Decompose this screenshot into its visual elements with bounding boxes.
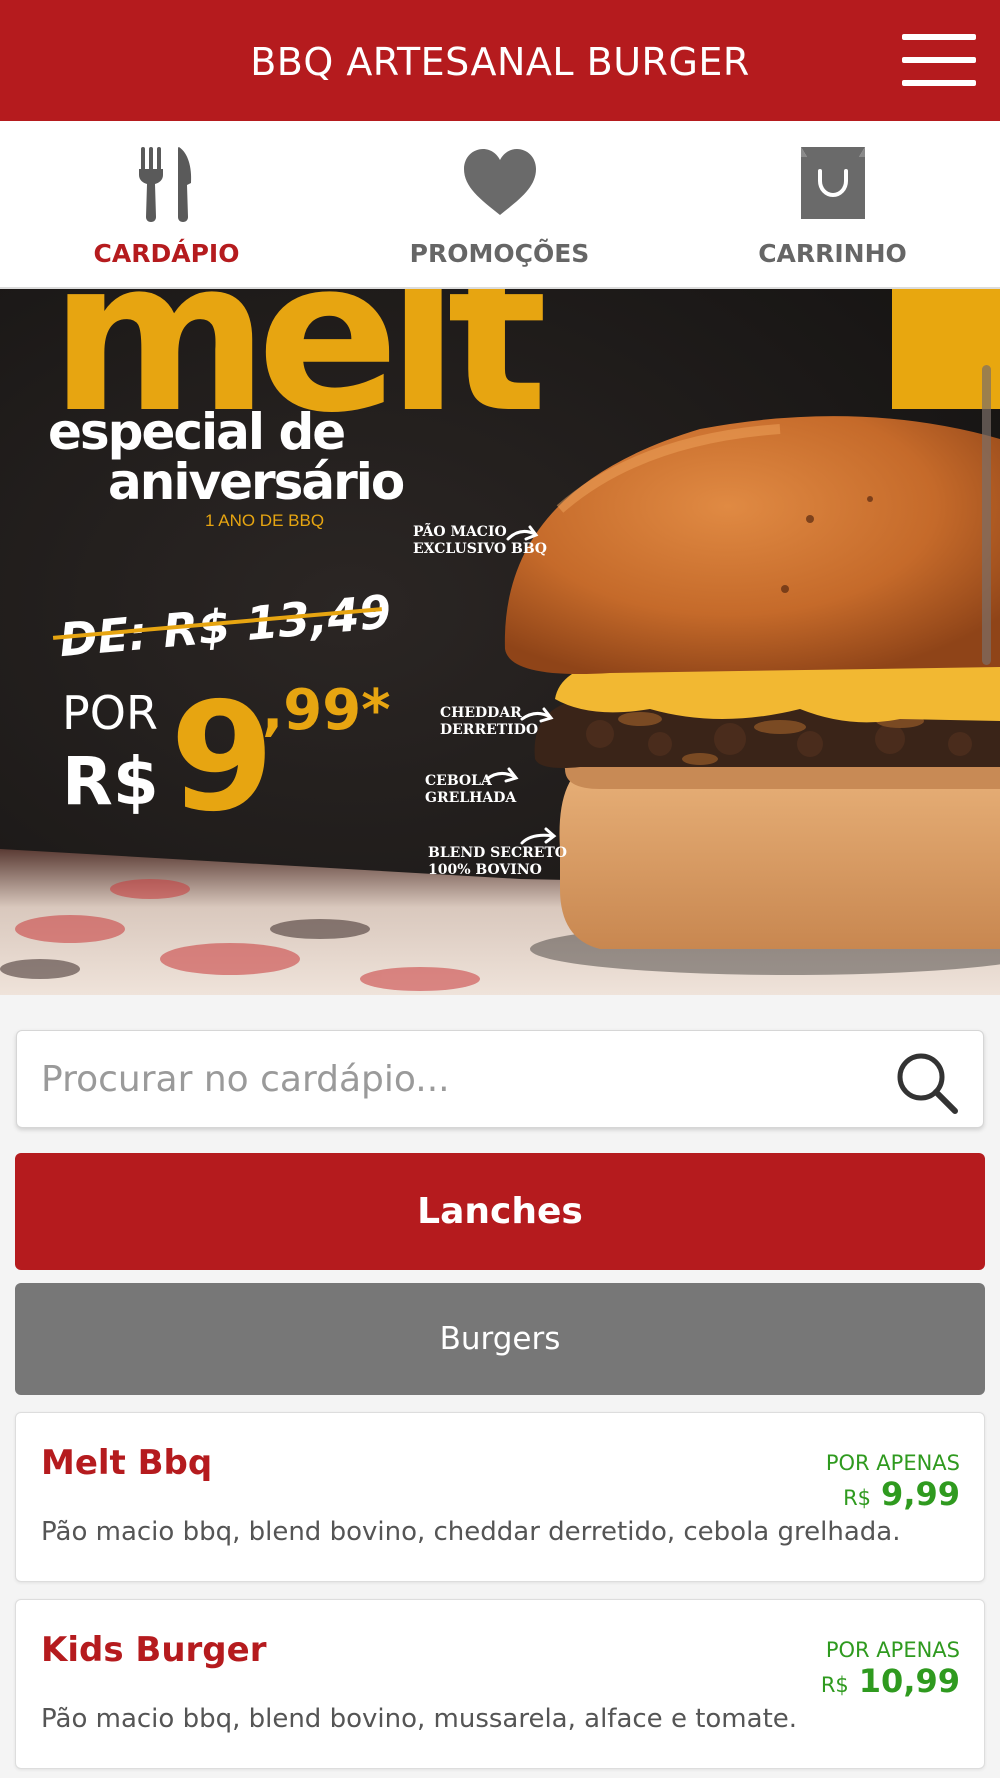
tab-promocoes-label: PROMOÇÕES	[409, 239, 590, 268]
item-description: Pão macio bbq, blend bovino, mussarela, …	[41, 1704, 798, 1734]
item-price-currency: R$	[820, 1673, 849, 1697]
app-screen: BBQ ARTESANAL BURGER CARDÁPIO PROMOÇÕES …	[0, 0, 1000, 1778]
item-price-label: POR APENAS	[825, 1451, 960, 1475]
item-description: Pão macio bbq, blend bovino, cheddar der…	[41, 1517, 901, 1547]
search-box[interactable]	[16, 1030, 984, 1128]
tab-promocoes[interactable]: PROMOÇÕES	[333, 121, 666, 287]
callout-2a: CHEDDAR	[440, 705, 522, 721]
banner-currency: R$	[62, 743, 159, 820]
tab-carrinho-label: CARRINHO	[758, 239, 907, 268]
app-title: BBQ ARTESANAL BURGER	[250, 40, 750, 84]
heart-icon	[463, 149, 536, 215]
item-name: Melt Bbq	[41, 1443, 213, 1483]
top-app-bar: BBQ ARTESANAL BURGER	[0, 0, 1000, 121]
search-icon[interactable]	[893, 1049, 961, 1117]
tab-cardapio[interactable]: CARDÁPIO	[0, 121, 333, 287]
category-lanches[interactable]: Lanches	[15, 1153, 985, 1270]
banner-por: POR	[62, 686, 158, 740]
menu-item-melt-bbq[interactable]: Melt Bbq POR APENAS R$ 9,99 Pão macio bbq…	[15, 1412, 985, 1582]
tab-carrinho[interactable]: CARRINHO	[666, 121, 999, 287]
fork-knife-icon	[138, 147, 191, 222]
hamburger-menu-icon[interactable]	[902, 32, 976, 88]
banner-new-price: 9	[170, 671, 274, 845]
item-price-value: 10,99	[858, 1662, 960, 1700]
item-price-currency: R$	[843, 1486, 872, 1510]
banner-scroll-indicator	[982, 365, 991, 665]
item-price: R$ 10,99	[821, 1662, 960, 1700]
callout-4b: 100% BOVINO	[428, 862, 542, 878]
banner-new-price-cents: ,99*	[262, 678, 391, 743]
callout-1a: PÃO MACIO	[413, 521, 507, 540]
item-name: Kids Burger	[41, 1630, 267, 1670]
subcategory-burgers[interactable]: Burgers	[15, 1283, 985, 1395]
callout-4a: BLEND SECRETO	[428, 845, 567, 861]
search-input[interactable]	[41, 1049, 871, 1109]
callout-3a: CEBOLA	[425, 773, 493, 789]
callout-1b: EXCLUSIVO BBQ	[413, 541, 547, 557]
item-price-value: 9,99	[881, 1475, 960, 1513]
promo-banner[interactable]: melt especial de aniversário 1 ANO DE BB…	[0, 289, 1000, 995]
callout-3b: GRELHADA	[425, 790, 517, 806]
tab-cardapio-label: CARDÁPIO	[93, 239, 240, 268]
item-price: R$ 9,99	[843, 1475, 960, 1513]
banner-subtitle-2: aniversário	[108, 453, 404, 511]
shopping-bag-icon	[800, 147, 865, 219]
banner-tagline: 1 ANO DE BBQ	[205, 511, 324, 530]
callout-2b: DERRETIDO	[440, 722, 538, 738]
tab-bar: CARDÁPIO PROMOÇÕES CARRINHO	[0, 121, 1000, 410]
item-price-label: POR APENAS	[825, 1638, 960, 1662]
menu-item-kids-burger[interactable]: Kids Burger POR APENAS R$ 10,99 Pão macio…	[15, 1599, 985, 1769]
